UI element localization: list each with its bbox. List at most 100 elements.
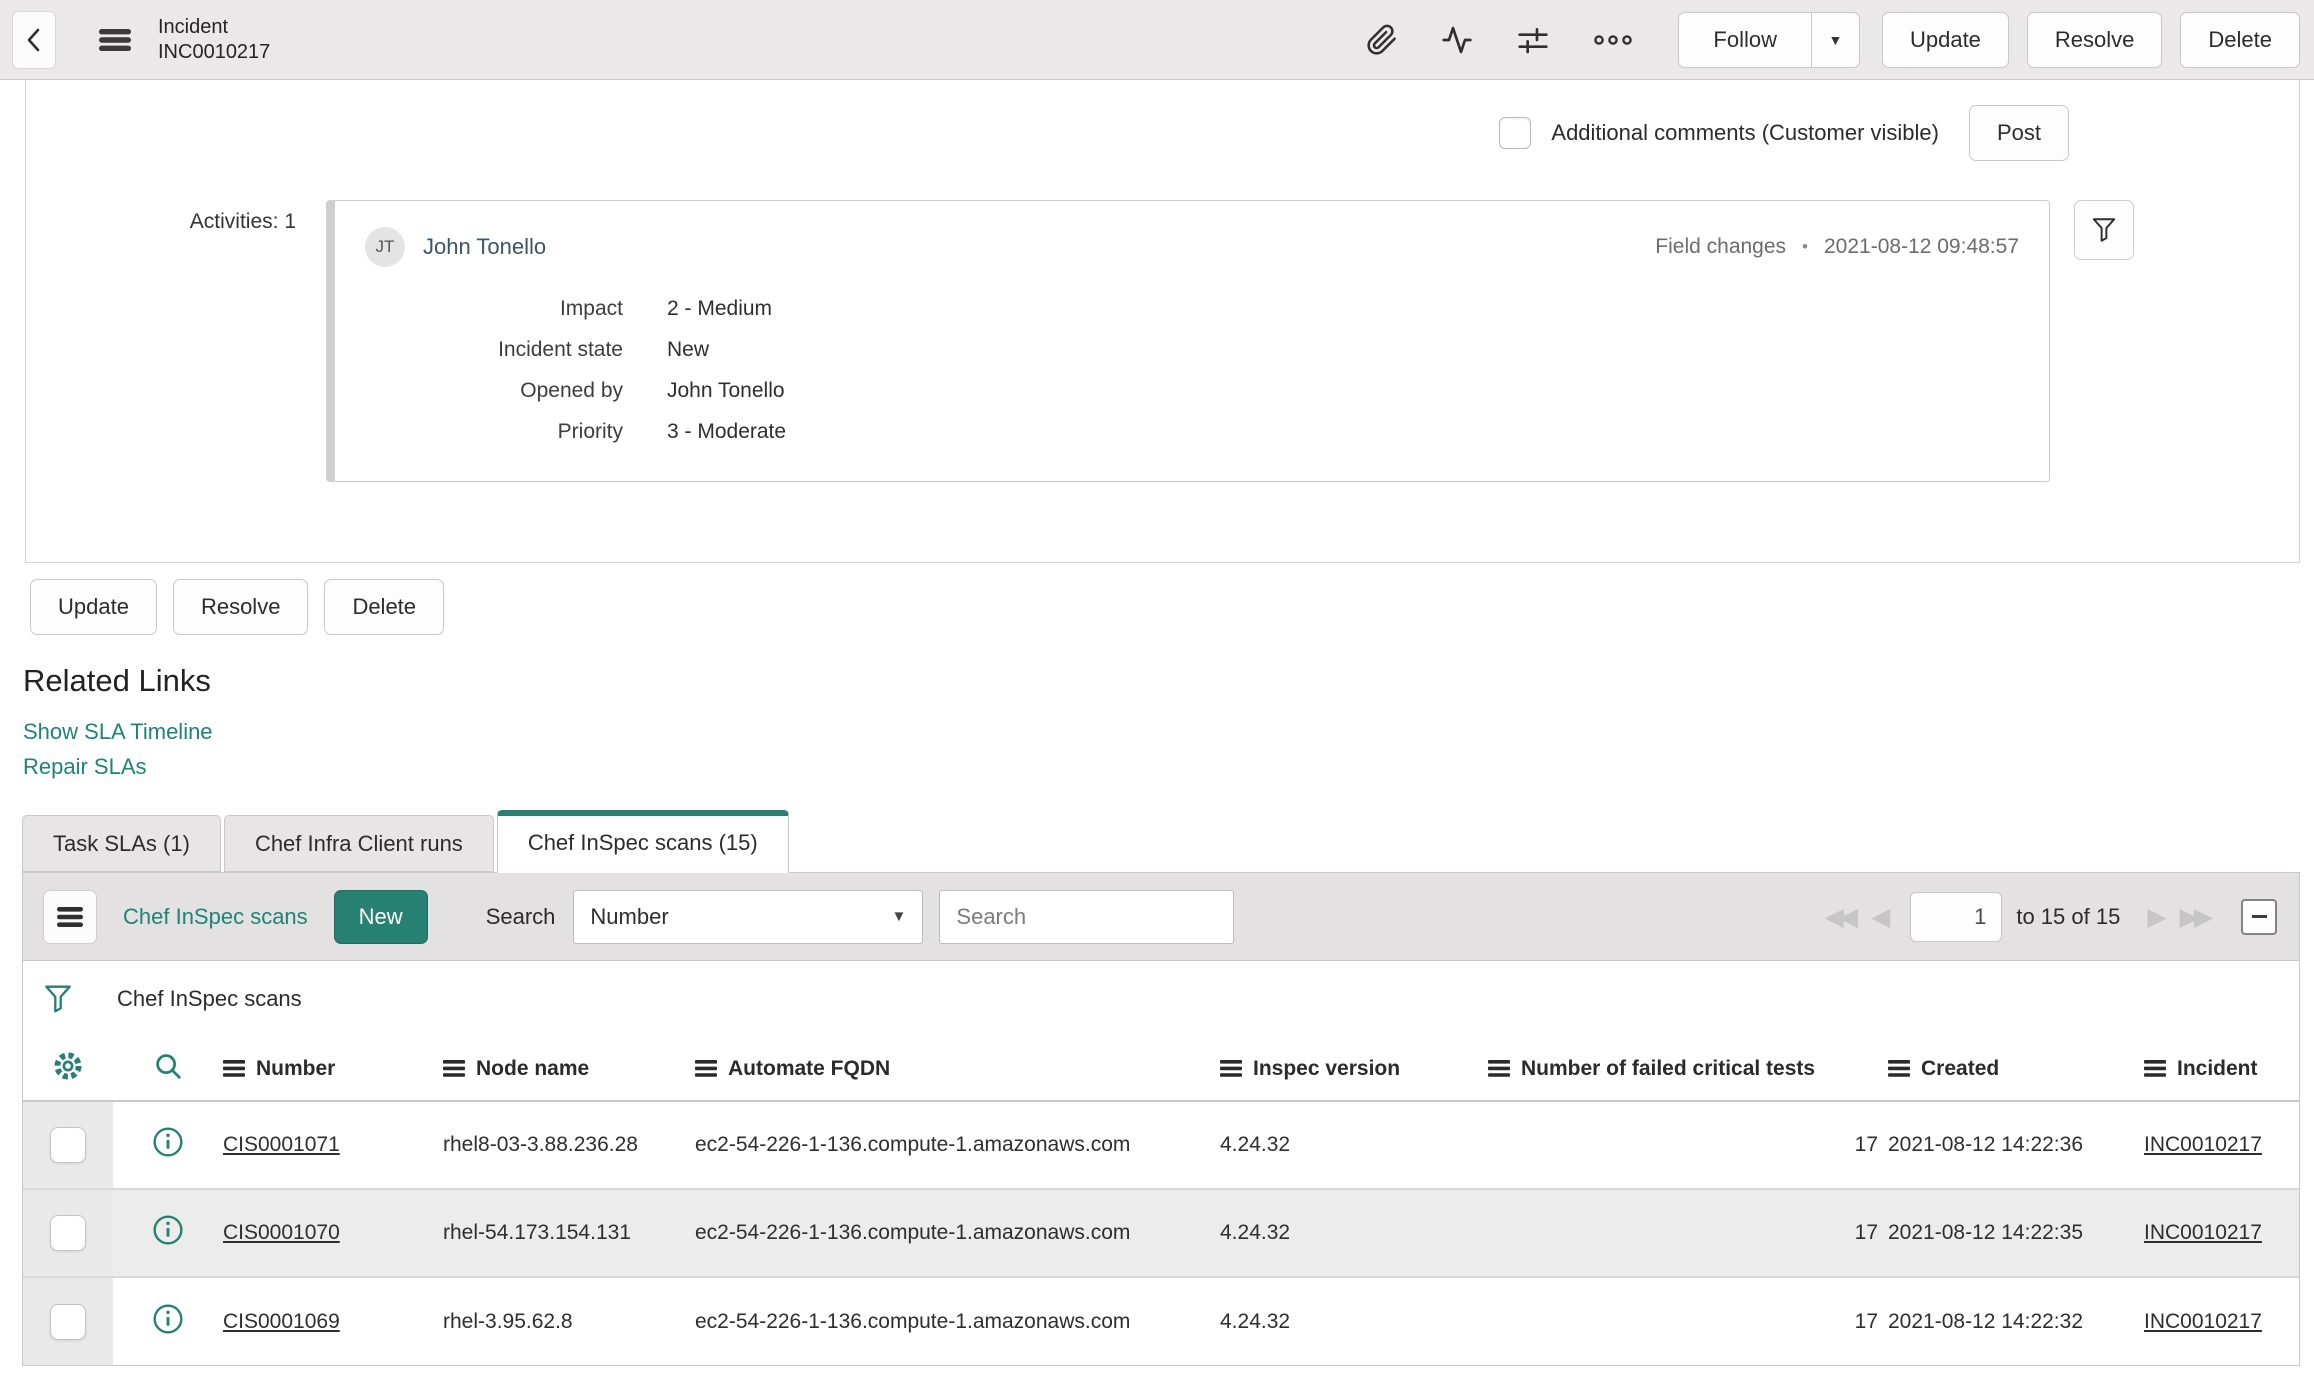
list-search-input[interactable] <box>939 889 1235 944</box>
follow-caret-button[interactable]: ▼ <box>1810 12 1859 67</box>
follow-button[interactable]: Follow <box>1679 13 1811 67</box>
resolve-button-header[interactable]: Resolve <box>2026 11 2163 68</box>
update-button-header[interactable]: Update <box>1881 11 2009 68</box>
additional-comments-label: Additional comments (Customer visible) <box>1551 120 1939 145</box>
delete-button-header[interactable]: Delete <box>2180 11 2300 68</box>
personalize-form-button[interactable] <box>1516 24 1550 56</box>
attachment-button[interactable] <box>1366 24 1398 56</box>
prev-page-icon[interactable]: ◀ <box>1862 902 1894 932</box>
new-record-button[interactable]: New <box>333 889 428 944</box>
caret-down-icon: ▼ <box>891 908 907 925</box>
failed-critical-tests-cell: 17 <box>1854 1133 1878 1156</box>
inspec-version-cell: 4.24.32 <box>1220 1133 1291 1156</box>
column-header-created[interactable]: Created <box>1921 1057 1999 1081</box>
scan-number-link[interactable]: CIS0001069 <box>223 1310 340 1333</box>
page-number-input[interactable] <box>1910 891 2003 942</box>
automate-fqdn-cell: ec2-54-226-1-136.compute-1.amazonaws.com <box>695 1221 1131 1244</box>
column-menu-node-name[interactable] <box>443 1060 465 1077</box>
activity-entry-type: Field changes <box>1655 235 1787 258</box>
show-sla-timeline-link[interactable]: Show SLA Timeline <box>23 719 2314 745</box>
back-chevron-icon <box>23 27 45 53</box>
incident-form-panel: Additional comments (Customer visible) P… <box>25 80 2300 563</box>
activities-count-label: Activities: 1 <box>189 210 296 233</box>
column-header-automate-fqdn[interactable]: Automate FQDN <box>728 1057 890 1081</box>
inspec-version-cell: 4.24.32 <box>1220 1309 1291 1333</box>
sliders-icon <box>1516 24 1550 56</box>
page-title: Incident INC0010217 <box>158 15 270 64</box>
tab-chef-inspec-scans[interactable]: Chef InSpec scans (15) <box>496 810 789 873</box>
field-value: John Tonello <box>667 379 785 402</box>
context-menu-button[interactable] <box>98 27 132 53</box>
activity-user-name[interactable]: John Tonello <box>423 234 546 260</box>
list-funnel-button[interactable] <box>43 983 73 1015</box>
scan-number-link[interactable]: CIS0001071 <box>223 1133 340 1156</box>
customer-visible-checkbox[interactable] <box>1499 117 1532 149</box>
search-field-select[interactable]: Number ▼ <box>573 889 924 944</box>
gear-icon <box>52 1050 84 1082</box>
column-menu-number[interactable] <box>223 1060 245 1077</box>
more-options-button[interactable] <box>1592 32 1634 48</box>
header-icon-group <box>1366 24 1634 56</box>
post-button[interactable]: Post <box>1968 105 2069 161</box>
info-icon <box>152 1214 184 1246</box>
related-links-list: Show SLA Timeline Repair SLAs <box>23 719 2314 780</box>
field-label: Priority <box>557 420 623 443</box>
minus-icon <box>2251 915 2267 918</box>
list-toolbar: Chef InSpec scans New Search Number ▼ ◀◀… <box>23 873 2299 961</box>
activity-pulse-icon <box>1440 24 1474 56</box>
field-value: New <box>667 338 710 361</box>
list-title-link[interactable]: Chef InSpec scans <box>123 904 308 930</box>
follow-split-button: Follow ▼ <box>1678 11 1860 68</box>
activity-meta: Field changes • 2021-08-12 09:48:57 <box>1655 235 2019 259</box>
last-page-icon[interactable]: ▶▶ <box>2171 902 2217 932</box>
scan-number-link[interactable]: CIS0001070 <box>223 1221 340 1244</box>
back-button[interactable] <box>12 10 56 69</box>
activity-filter-button[interactable] <box>2074 200 2134 260</box>
column-menu-incident[interactable] <box>2144 1060 2166 1077</box>
created-cell: 2021-08-12 14:22:35 <box>1888 1221 2083 1244</box>
record-preview-button[interactable] <box>152 1214 184 1246</box>
funnel-icon <box>43 983 73 1015</box>
record-preview-button[interactable] <box>152 1303 184 1335</box>
incident-link[interactable]: INC0010217 <box>2144 1221 2262 1244</box>
automate-fqdn-cell: ec2-54-226-1-136.compute-1.amazonaws.com <box>695 1133 1131 1156</box>
list-menu-button[interactable] <box>43 889 97 944</box>
funnel-icon <box>2091 216 2117 244</box>
incident-link[interactable]: INC0010217 <box>2144 1310 2262 1333</box>
column-header-incident[interactable]: Incident <box>2177 1057 2258 1081</box>
tab-task-slas[interactable]: Task SLAs (1) <box>22 815 221 872</box>
record-preview-button[interactable] <box>152 1126 184 1158</box>
column-menu-inspec-version[interactable] <box>1220 1060 1242 1077</box>
next-page-icon[interactable]: ▶ <box>2138 902 2170 932</box>
rows-icon <box>223 1060 245 1077</box>
activity-stream-button[interactable] <box>1440 24 1474 56</box>
resolve-button-footer[interactable]: Resolve <box>172 579 309 635</box>
column-menu-failed-critical-tests[interactable] <box>1488 1060 1510 1077</box>
search-icon <box>153 1051 183 1081</box>
related-list-tabs: Task SLAs (1) Chef Infra Client runs Che… <box>22 810 2314 873</box>
row-checkbox[interactable] <box>50 1303 86 1340</box>
column-header-node-name[interactable]: Node name <box>476 1057 589 1081</box>
delete-button-footer[interactable]: Delete <box>324 579 445 635</box>
column-menu-created[interactable] <box>1888 1060 1910 1077</box>
collapse-list-button[interactable] <box>2241 898 2277 935</box>
column-header-failed-critical-tests[interactable]: Number of failed critical tests <box>1521 1057 1815 1081</box>
incident-link[interactable]: INC0010217 <box>2144 1133 2262 1156</box>
list-search-toggle-button[interactable] <box>153 1051 183 1081</box>
caret-down-icon: ▼ <box>1828 31 1843 48</box>
update-button-footer[interactable]: Update <box>30 579 157 635</box>
header-bar: Incident INC0010217 Follow ▼ Update Reso… <box>0 0 2314 80</box>
row-checkbox[interactable] <box>50 1215 86 1251</box>
row-checkbox[interactable] <box>50 1127 86 1163</box>
column-header-number[interactable]: Number <box>256 1057 335 1081</box>
column-header-inspec-version[interactable]: Inspec version <box>1253 1057 1400 1081</box>
repair-slas-link[interactable]: Repair SLAs <box>23 754 2314 780</box>
activity-entry-card: JT John Tonello Field changes • 2021-08-… <box>326 200 2050 482</box>
column-menu-automate-fqdn[interactable] <box>695 1060 717 1077</box>
first-page-icon[interactable]: ◀◀ <box>1816 902 1862 932</box>
created-cell: 2021-08-12 14:22:32 <box>1888 1309 2083 1333</box>
list-settings-button[interactable] <box>52 1050 84 1082</box>
list-breadcrumb[interactable]: Chef InSpec scans <box>117 986 302 1012</box>
list-filter-row: Chef InSpec scans <box>23 961 2299 1037</box>
tab-chef-infra-client-runs[interactable]: Chef Infra Client runs <box>223 815 494 872</box>
